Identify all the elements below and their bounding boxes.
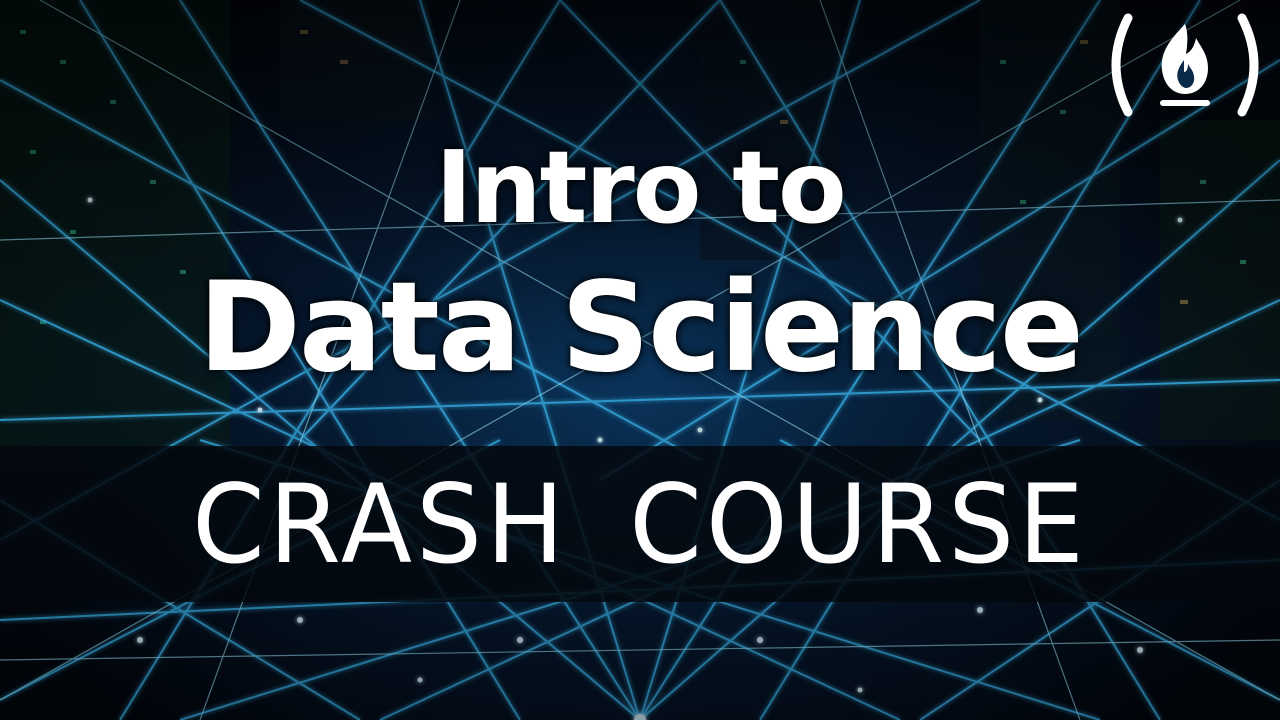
title-line-2: Data Science [197,256,1084,400]
title-line-1: Intro to [435,129,847,246]
crash-course-banner: CRASH COURSE [0,446,1280,602]
banner-text: CRASH COURSE [192,459,1088,589]
video-thumbnail: Intro to Data Science CRASH COURSE [0,0,1280,720]
freecodecamp-fire-icon [1111,13,1259,117]
